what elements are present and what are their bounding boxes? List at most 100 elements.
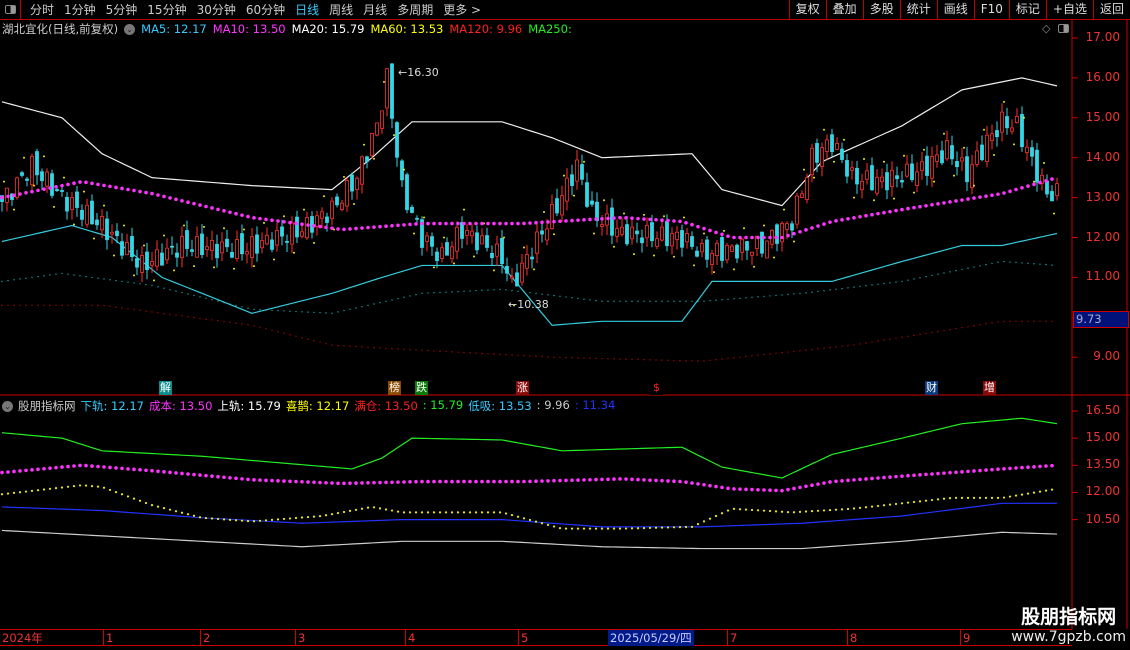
event-marker[interactable]: 跌 xyxy=(415,381,428,395)
ma-dotted-line-dot xyxy=(258,216,262,221)
ma120-line-dot xyxy=(355,345,357,348)
indicator-green-line xyxy=(1,417,1058,479)
candle-body xyxy=(405,174,409,211)
ma120-line-dot xyxy=(643,358,645,361)
ma-dotted-line-dot xyxy=(1044,179,1048,183)
indicator-magenta-line-dot xyxy=(858,477,862,482)
signal-dot xyxy=(733,268,735,271)
indicator-yellow-line-dot xyxy=(366,506,370,509)
indicator-yellow-line-dot xyxy=(180,511,184,514)
event-marker[interactable]: $ xyxy=(650,381,663,395)
indicator-yellow-line-dot xyxy=(1050,488,1054,491)
ma-dotted-line-dot xyxy=(12,193,16,198)
ma-cyan-dotted-line-dot xyxy=(547,294,549,296)
ma-cyan-dotted-line-dot xyxy=(301,311,303,313)
ma120-line-dot xyxy=(811,348,813,351)
indicator-magenta-line-dot xyxy=(972,469,976,473)
candle-body xyxy=(260,240,264,249)
ma120-line-dot xyxy=(769,353,771,355)
indicator-yellow-line-dot xyxy=(294,516,298,520)
candle-body xyxy=(330,200,334,220)
event-marker[interactable]: 榜 xyxy=(388,381,401,395)
candle-body xyxy=(890,169,894,187)
candle-body xyxy=(495,243,499,257)
indicator-magenta-line-dot xyxy=(750,487,754,492)
ma-dotted-line-dot xyxy=(54,185,58,189)
ma120-line-dot xyxy=(253,325,255,327)
indicator-yellow-line-dot xyxy=(792,511,796,514)
ma-dotted-line-dot xyxy=(156,193,160,197)
ma-dotted-line-dot xyxy=(582,218,586,222)
indicator-grey-line xyxy=(1,529,1058,550)
event-marker[interactable]: 解 xyxy=(159,381,172,395)
ma120-line-dot xyxy=(691,360,693,362)
ma-cyan-dotted-line-dot xyxy=(571,297,573,299)
indicator-magenta-line-dot xyxy=(942,471,946,475)
indicator-magenta-line-dot xyxy=(468,479,472,484)
signal-dot xyxy=(863,158,865,161)
event-marker[interactable]: 增 xyxy=(983,381,996,395)
ma-cyan-dotted-line-dot xyxy=(187,293,189,295)
indicator-magenta-line-dot xyxy=(906,473,910,478)
candle-body xyxy=(90,200,94,225)
indicator-magenta-line-dot xyxy=(768,488,772,493)
indicator-yellow-line-dot xyxy=(630,527,634,530)
indicator-magenta-line-dot xyxy=(924,472,928,477)
ma120-line-dot xyxy=(1009,320,1011,322)
ma-dotted-line-dot xyxy=(180,198,184,203)
signal-dot xyxy=(563,174,565,177)
ma120-line-dot xyxy=(817,348,819,350)
candle-body xyxy=(995,130,999,138)
ma-cyan-dotted-line-dot xyxy=(691,300,693,303)
ma-dotted-line-dot xyxy=(612,216,616,220)
event-marker[interactable]: 财 xyxy=(925,381,938,395)
candle-body xyxy=(920,161,924,172)
indicator-magenta-line-dot xyxy=(318,480,322,485)
signal-dot xyxy=(153,279,155,282)
ma120-line-dot xyxy=(289,334,291,336)
indicator-yellow-line-dot xyxy=(150,504,154,507)
candle-body xyxy=(290,222,294,245)
candle-body xyxy=(725,245,729,261)
ma-cyan-dotted-line-dot xyxy=(1009,261,1011,263)
signal-dot xyxy=(823,128,825,131)
candle-body xyxy=(1045,180,1049,195)
signal-dot xyxy=(553,233,555,236)
indicator-yellow-line-dot xyxy=(378,507,382,510)
kline-chart[interactable]: ←16.30 ←10.38 xyxy=(0,0,1130,650)
ma-dotted-line-dot xyxy=(1050,177,1054,181)
ma-dotted-line-dot xyxy=(0,195,4,200)
candle-body xyxy=(805,177,809,200)
candle-body xyxy=(505,265,509,274)
candle-body xyxy=(435,251,439,262)
y-axis-tick: 12.00 xyxy=(1085,229,1120,244)
chevron-down-icon[interactable]: ⌄ xyxy=(2,400,13,412)
indicator-yellow-line-dot xyxy=(804,510,808,513)
ma120-line-dot xyxy=(19,304,21,307)
event-marker[interactable]: 涨 xyxy=(516,381,529,395)
indicator-magenta-line-dot xyxy=(192,472,196,477)
indicator-yellow-line-dot xyxy=(264,519,268,522)
ma-dotted-line-dot xyxy=(312,223,316,228)
signal-dot xyxy=(143,244,145,247)
candle-body xyxy=(485,235,489,248)
ma-cyan-dotted-line-dot xyxy=(181,291,183,294)
y-axis-tick: 9.00 xyxy=(1093,349,1120,364)
indicator-magenta-line-dot xyxy=(102,465,106,469)
ma-cyan-dotted-line-dot xyxy=(607,300,609,303)
ma-dotted-line-dot xyxy=(570,218,574,223)
ma-dotted-line-dot xyxy=(774,235,778,240)
candle-body xyxy=(905,163,909,177)
candle-body xyxy=(800,193,804,198)
ma120-line-dot xyxy=(709,359,711,362)
ma-dotted-line-dot xyxy=(732,235,736,240)
ma120-line-dot xyxy=(31,304,33,307)
ma-cyan-dotted-line-dot xyxy=(7,279,9,282)
indicator-yellow-line-dot xyxy=(318,515,322,518)
indicator-magenta-line-dot xyxy=(1050,463,1054,468)
ma-dotted-line-dot xyxy=(870,212,874,217)
signal-dot xyxy=(313,241,315,244)
indicator-magenta-line-dot xyxy=(582,478,586,482)
indicator-magenta-line-dot xyxy=(720,485,724,490)
ma-cyan-dotted-line-dot xyxy=(883,282,885,285)
